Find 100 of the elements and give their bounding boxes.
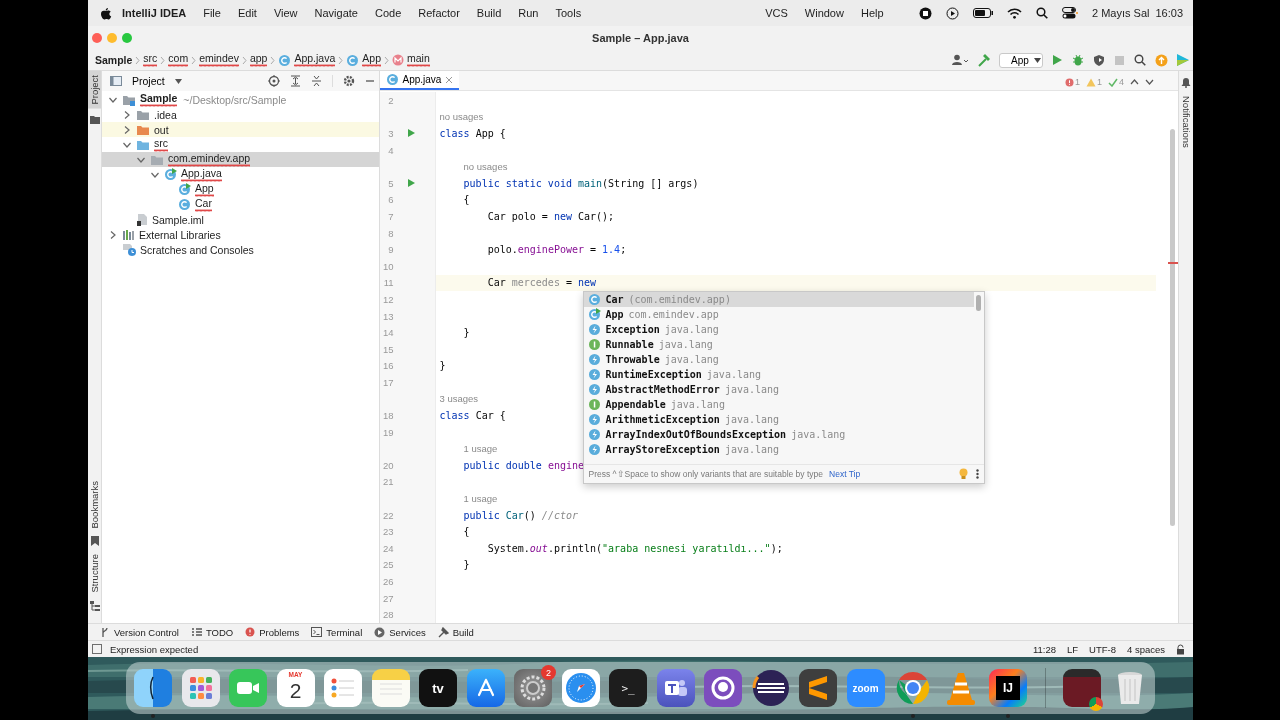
more-icon[interactable] bbox=[975, 469, 979, 479]
scrollbar[interactable] bbox=[1170, 129, 1176, 526]
stop-icon[interactable] bbox=[919, 6, 932, 20]
user-icon[interactable] bbox=[952, 54, 968, 66]
menu-item[interactable]: Tools bbox=[555, 7, 582, 19]
menu-clock[interactable]: 16:03 bbox=[1155, 7, 1183, 19]
breadcrumb[interactable]: main bbox=[407, 53, 430, 67]
menu-item[interactable]: Window bbox=[804, 7, 844, 19]
notepad-icon[interactable] bbox=[371, 669, 410, 707]
run-icon[interactable] bbox=[406, 128, 416, 139]
tool-window-button[interactable]: Terminal bbox=[311, 626, 363, 638]
menu-item[interactable]: Refactor bbox=[418, 7, 460, 19]
completion-item[interactable]: Throwable java.lang bbox=[583, 352, 974, 367]
expand-all-icon[interactable] bbox=[289, 75, 301, 87]
breadcrumb[interactable]: com bbox=[168, 53, 189, 67]
people-icon[interactable] bbox=[656, 669, 695, 707]
menu-item[interactable]: File bbox=[203, 7, 221, 19]
menu-item[interactable]: Build bbox=[476, 7, 502, 19]
tool-window-button[interactable]: Version Control bbox=[100, 626, 179, 638]
chevron-icon[interactable] bbox=[108, 229, 118, 240]
tree-item[interactable]: com.emindev.app bbox=[102, 152, 379, 167]
shield-icon[interactable] bbox=[1093, 54, 1105, 66]
target-icon[interactable] bbox=[267, 75, 280, 87]
store-icon[interactable] bbox=[466, 669, 505, 707]
status-item[interactable]: UTF-8 bbox=[1089, 643, 1116, 655]
breadcrumb[interactable]: App.java bbox=[294, 53, 336, 67]
split-square-icon[interactable] bbox=[134, 669, 172, 707]
status-item[interactable]: LF bbox=[1066, 643, 1079, 655]
s-shape-icon[interactable] bbox=[799, 669, 837, 707]
completion-item[interactable]: Exception java.lang bbox=[583, 322, 974, 337]
usage-hint[interactable]: 3 usages bbox=[435, 393, 479, 405]
menu-item[interactable]: View bbox=[273, 7, 298, 19]
tree-item[interactable]: Sample ~/Desktop/src/Sample bbox=[102, 92, 379, 107]
close-icon[interactable] bbox=[445, 75, 454, 84]
editor-tab[interactable]: App.java bbox=[379, 71, 460, 90]
settings-icon[interactable] bbox=[342, 75, 355, 87]
lightbulb-icon[interactable] bbox=[958, 468, 968, 480]
run-icon[interactable] bbox=[1052, 54, 1063, 66]
menu-item[interactable]: VCS bbox=[765, 7, 788, 19]
search-icon[interactable] bbox=[1134, 54, 1146, 66]
tree-item[interactable]: App.java bbox=[102, 167, 379, 182]
compass-icon[interactable] bbox=[561, 669, 600, 707]
tree-item[interactable]: src bbox=[102, 137, 379, 152]
chevron-icon[interactable] bbox=[122, 124, 132, 135]
app-grid-icon[interactable] bbox=[181, 669, 220, 707]
completion-item[interactable]: Runnable java.lang bbox=[583, 337, 974, 352]
completion-item[interactable]: App com.emindev.app bbox=[583, 307, 974, 322]
tv-icon[interactable]: tv bbox=[419, 669, 457, 707]
status-item[interactable]: 4 spaces bbox=[1126, 643, 1165, 655]
tree-item[interactable]: Scratches and Consoles bbox=[102, 242, 379, 257]
check-icon[interactable] bbox=[1108, 77, 1118, 87]
circle-logo-icon[interactable] bbox=[704, 669, 742, 707]
run-config-dropdown[interactable]: App bbox=[999, 52, 1043, 68]
apple-icon[interactable] bbox=[100, 6, 112, 20]
wifi-icon[interactable] bbox=[1007, 7, 1022, 19]
completion-item[interactable]: ArrayIndexOutOfBoundsException java.lang bbox=[583, 427, 974, 442]
ide-icon[interactable]: IJ bbox=[989, 669, 1027, 707]
close-button[interactable] bbox=[92, 33, 102, 43]
completion-item[interactable]: Appendable java.lang bbox=[583, 397, 974, 412]
usage-hint[interactable]: no usages bbox=[435, 161, 508, 173]
tool-window-button[interactable]: Problems bbox=[245, 626, 300, 638]
completion-item[interactable]: RuntimeException java.lang bbox=[583, 367, 974, 382]
usage-hint[interactable]: 1 usage bbox=[435, 493, 498, 505]
tree-item[interactable]: Car bbox=[102, 197, 379, 212]
caret-icon[interactable] bbox=[174, 78, 182, 84]
menu-item[interactable]: Edit bbox=[237, 7, 257, 19]
menu-item[interactable]: IntelliJ IDEA bbox=[122, 7, 187, 19]
next-tip-link[interactable]: Next Tip bbox=[829, 469, 861, 479]
tool-window-button[interactable]: TODO bbox=[190, 626, 234, 638]
tool-window-button[interactable]: Build bbox=[437, 626, 474, 638]
tree-item[interactable]: .idea bbox=[102, 107, 379, 122]
chevron-icon[interactable] bbox=[122, 109, 132, 120]
menu-item[interactable]: Code bbox=[374, 7, 402, 19]
breadcrumb[interactable]: Sample bbox=[95, 54, 133, 66]
tool-window-tab[interactable]: Notifications bbox=[1179, 92, 1193, 152]
striped-circle-icon[interactable] bbox=[751, 669, 790, 707]
lock-icon[interactable] bbox=[1176, 643, 1185, 655]
usage-hint[interactable]: 1 usage bbox=[435, 443, 498, 455]
tree-item[interactable]: out bbox=[102, 122, 379, 137]
completion-item[interactable]: AbstractMethodError java.lang bbox=[583, 382, 974, 397]
battery-icon[interactable] bbox=[973, 8, 993, 18]
tool-window-tab[interactable]: Project bbox=[88, 71, 101, 109]
search-icon[interactable] bbox=[1036, 7, 1048, 19]
collapse-all-icon[interactable] bbox=[310, 75, 322, 87]
tree-item[interactable]: App bbox=[102, 182, 379, 197]
tool-window-button[interactable]: Services bbox=[374, 626, 426, 638]
error-stripe-mark[interactable] bbox=[1168, 262, 1179, 264]
panel-toggle-icon[interactable] bbox=[92, 644, 102, 654]
breadcrumb[interactable]: app bbox=[249, 53, 268, 67]
toggles-icon[interactable] bbox=[1062, 7, 1078, 19]
menu-item[interactable]: Help bbox=[860, 7, 884, 19]
hammer-icon[interactable] bbox=[977, 53, 990, 67]
menu-item[interactable]: Navigate bbox=[314, 7, 358, 19]
popup-scrollbar[interactable] bbox=[975, 295, 981, 311]
status-item[interactable]: 11:28 bbox=[1032, 643, 1056, 655]
error-icon[interactable] bbox=[1065, 77, 1074, 87]
tree-item[interactable]: External Libraries bbox=[102, 227, 379, 242]
completion-item[interactable]: ArrayStoreException java.lang bbox=[583, 442, 974, 457]
terminal-icon[interactable]: >_ bbox=[609, 669, 647, 707]
completion-item[interactable]: ArithmeticException java.lang bbox=[583, 412, 974, 427]
